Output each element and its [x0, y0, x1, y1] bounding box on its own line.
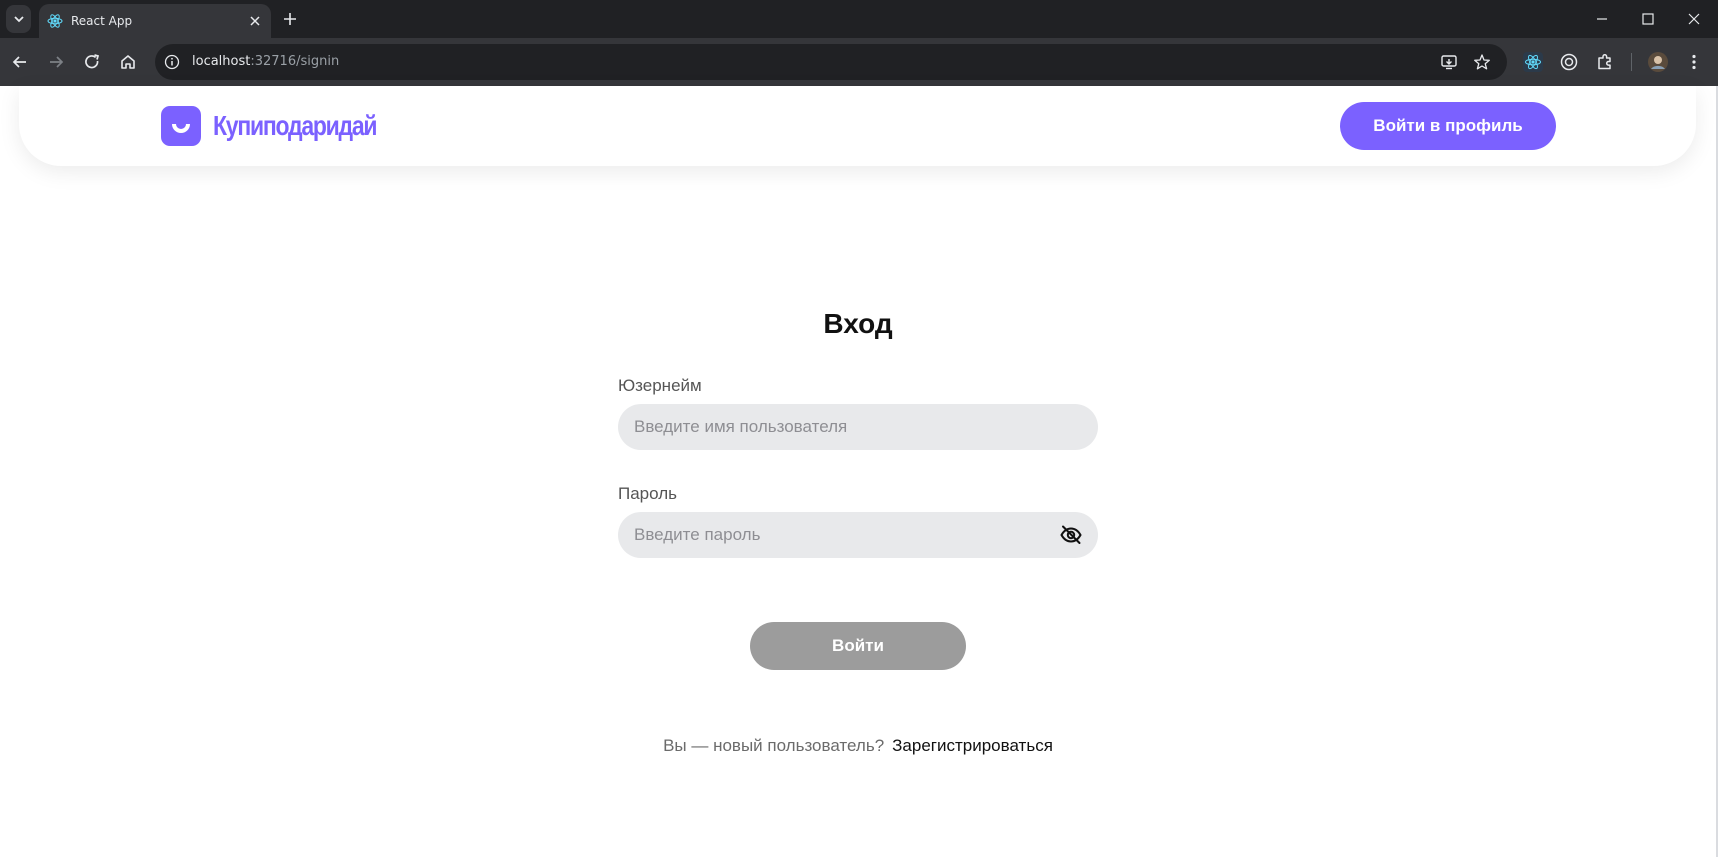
logo-smile-icon	[161, 106, 201, 146]
menu-icon[interactable]	[1684, 52, 1704, 72]
toolbar-separator	[1631, 53, 1632, 71]
browser-tab[interactable]: React App	[39, 4, 271, 38]
address-bar[interactable]: localhost:32716/signin	[155, 44, 1507, 80]
back-icon[interactable]	[10, 52, 30, 72]
info-icon[interactable]	[164, 54, 180, 70]
plus-icon[interactable]	[282, 11, 298, 27]
username-label: Юзернейм	[618, 376, 702, 395]
site-header: Купиподаридай Войти в профиль	[19, 86, 1696, 166]
tab-list-button[interactable]	[6, 5, 31, 33]
logo-text: Купиподаридай	[213, 110, 378, 141]
signup-question: Вы — новый пользователь?	[663, 736, 885, 755]
eye-off-icon	[1060, 525, 1082, 544]
react-favicon-icon	[47, 14, 63, 28]
browser-tab-bar: React App	[0, 0, 1718, 38]
puzzle-icon[interactable]	[1595, 52, 1615, 72]
maximize-icon[interactable]	[1641, 12, 1655, 26]
tab-list-icon	[13, 16, 24, 23]
home-icon[interactable]	[118, 52, 138, 72]
browser-toolbar: localhost:32716/signin	[0, 38, 1718, 86]
login-profile-button[interactable]: Войти в профиль	[1340, 102, 1556, 150]
password-input[interactable]	[618, 512, 1098, 558]
signin-button[interactable]: Войти	[750, 622, 966, 670]
install-icon[interactable]	[1440, 53, 1458, 71]
reload-icon[interactable]	[82, 52, 102, 72]
minimize-icon[interactable]	[1595, 12, 1609, 26]
username-input[interactable]	[618, 404, 1098, 450]
signup-link[interactable]: Зарегистрироваться	[892, 736, 1053, 756]
site-logo[interactable]: Купиподаридай	[161, 106, 412, 146]
forward-icon[interactable]	[46, 52, 66, 72]
avatar[interactable]	[1648, 52, 1668, 72]
signup-prompt: Вы — новый пользователь? Зарегистрироват…	[0, 736, 1716, 756]
window-close-icon[interactable]	[1687, 12, 1701, 26]
close-icon[interactable]	[249, 15, 261, 27]
star-icon[interactable]	[1473, 53, 1491, 71]
react-devtools-icon[interactable]	[1523, 52, 1543, 72]
password-label: Пароль	[618, 484, 677, 503]
url-text: localhost:32716/signin	[192, 54, 340, 69]
password-visibility-toggle[interactable]	[1058, 522, 1084, 548]
tab-title: React App	[71, 14, 133, 28]
extension-icon[interactable]	[1559, 52, 1579, 72]
page-title: Вход	[823, 308, 893, 339]
